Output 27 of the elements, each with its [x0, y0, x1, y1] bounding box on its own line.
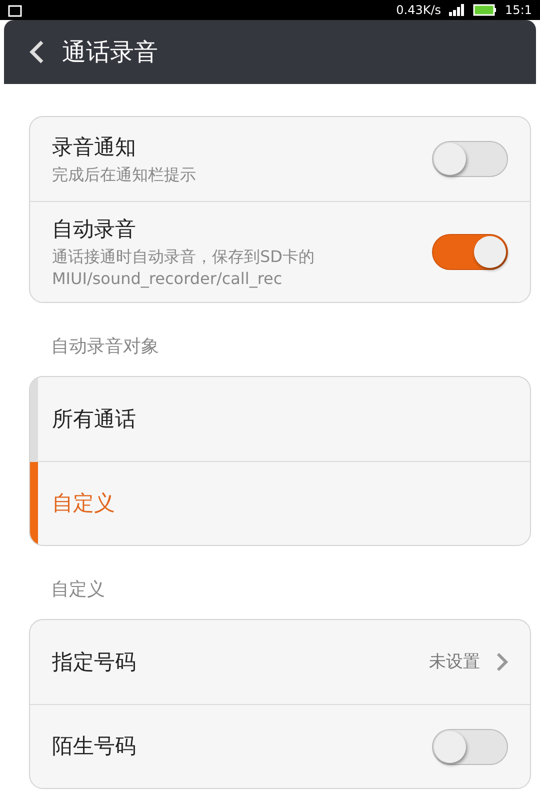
option-title: 自定义 [52, 490, 115, 518]
setting-description: 完成后在通知栏提示 [52, 164, 197, 186]
section-label: 自定义 [50, 578, 106, 602]
clock: 15:1 [505, 2, 532, 19]
settings-row[interactable]: 自动录音 通话接通时自动录音，保存到SD卡的MIUI/sound_recorder/call_rec [30, 201, 530, 302]
screenshot-icon [8, 4, 22, 17]
toggle-switch[interactable] [432, 141, 508, 177]
setting-description: 通话接通时自动录音，保存到SD卡的MIUI/sound_recorder/call_rec [52, 246, 316, 290]
network-speed: 0.43K/s [396, 2, 442, 19]
signal-icon [449, 4, 466, 16]
section-label: 自动录音对象 [50, 335, 160, 360]
toggle-switch[interactable] [432, 234, 508, 270]
toggle-switch[interactable] [432, 728, 508, 765]
back-button[interactable] [28, 40, 46, 64]
option-title: 所有通话 [52, 406, 136, 433]
setting-title: 自动录音 [52, 216, 137, 243]
setting-title: 陌生号码 [52, 733, 137, 760]
setting-value: 未设置 [429, 650, 480, 674]
battery-icon [473, 4, 498, 16]
setting-title: 指定号码 [52, 648, 137, 676]
settings-row[interactable]: 录音通知 完成后在通知栏提示 [30, 117, 530, 201]
settings-row[interactable]: 所有通话 [30, 377, 530, 462]
screen-title: 通话录音 [62, 37, 158, 68]
settings-row[interactable]: 指定号码 未设置 [30, 620, 530, 704]
setting-title: 录音通知 [52, 134, 137, 162]
chevron-icon [496, 652, 508, 672]
settings-row[interactable]: 陌生号码 [30, 704, 530, 788]
